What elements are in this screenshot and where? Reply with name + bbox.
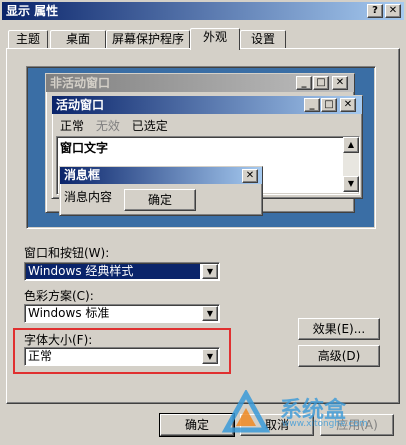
tab-settings[interactable]: 设置 <box>240 30 286 49</box>
windows-buttons-select[interactable]: Windows 经典样式 ▼ <box>24 262 220 281</box>
menu-item-normal: 正常 <box>60 119 85 133</box>
font-size-value: 正常 <box>28 349 53 363</box>
effects-button[interactable]: 效果(E)... <box>298 318 380 340</box>
tab-screensaver[interactable]: 屏幕保护程序 <box>106 30 190 49</box>
font-size-label: 字体大小(F): <box>24 333 93 347</box>
font-size-select[interactable]: 正常 ▼ <box>24 347 220 366</box>
message-box-title: 消息框 <box>64 168 101 182</box>
message-box-caption: 消息框 <box>60 167 262 184</box>
inactive-window-title: 非活动窗口 <box>50 76 111 90</box>
window-text: 窗口文字 <box>60 141 109 155</box>
message-box-preview: 消息框 ✕ 消息内容 确定 <box>59 166 263 216</box>
window-titlebar[interactable]: 显示 属性 <box>2 2 404 20</box>
windows-buttons-value: Windows 经典样式 <box>26 264 200 279</box>
chevron-down-icon[interactable]: ▼ <box>202 349 218 364</box>
menu-item-disabled: 无效 <box>95 119 120 133</box>
message-box-text: 消息内容 <box>64 190 113 204</box>
close-icon: ✕ <box>340 98 356 112</box>
watermark-logo-icon <box>218 388 274 440</box>
active-window-title: 活动窗口 <box>56 98 105 112</box>
menu-item-selected: 已选定 <box>131 119 168 133</box>
preview-ok-button: 确定 <box>124 189 196 211</box>
scroll-up-icon: ▲ <box>343 137 359 153</box>
color-scheme-select[interactable]: Windows 标准 ▼ <box>24 304 220 323</box>
color-scheme-label: 色彩方案(C): <box>24 289 94 303</box>
close-icon: ✕ <box>242 169 258 183</box>
minimize-icon: _ <box>304 98 320 112</box>
tab-desktop[interactable]: 桌面 <box>50 30 106 49</box>
maximize-icon: □ <box>313 76 329 90</box>
tab-appearance[interactable]: 外观 <box>190 28 240 50</box>
tab-themes[interactable]: 主题 <box>8 30 48 49</box>
preview-area: 非活动窗口 _ □ ✕ 活动窗口 _ □ ✕ 正常 无效 已选定 窗口文字 ▲ … <box>26 66 376 229</box>
help-button[interactable]: ? <box>367 4 383 18</box>
close-icon: ✕ <box>332 76 348 90</box>
maximize-icon: □ <box>321 98 337 112</box>
menu-bar: 正常 无效 已选定 <box>60 117 168 134</box>
window-title: 显示 属性 <box>6 4 59 18</box>
scroll-down-icon: ▼ <box>343 176 359 192</box>
minimize-icon: _ <box>296 76 312 90</box>
advanced-button[interactable]: 高级(D) <box>298 345 380 367</box>
watermark-url: www.xitonghe.com <box>282 419 368 429</box>
chevron-down-icon[interactable]: ▼ <box>202 306 218 321</box>
windows-buttons-label: 窗口和按钮(W): <box>24 246 110 260</box>
close-button[interactable]: ✕ <box>385 4 401 18</box>
scrollbar: ▲ ▼ <box>343 137 359 192</box>
chevron-down-icon[interactable]: ▼ <box>202 264 218 279</box>
color-scheme-value: Windows 标准 <box>28 306 110 320</box>
